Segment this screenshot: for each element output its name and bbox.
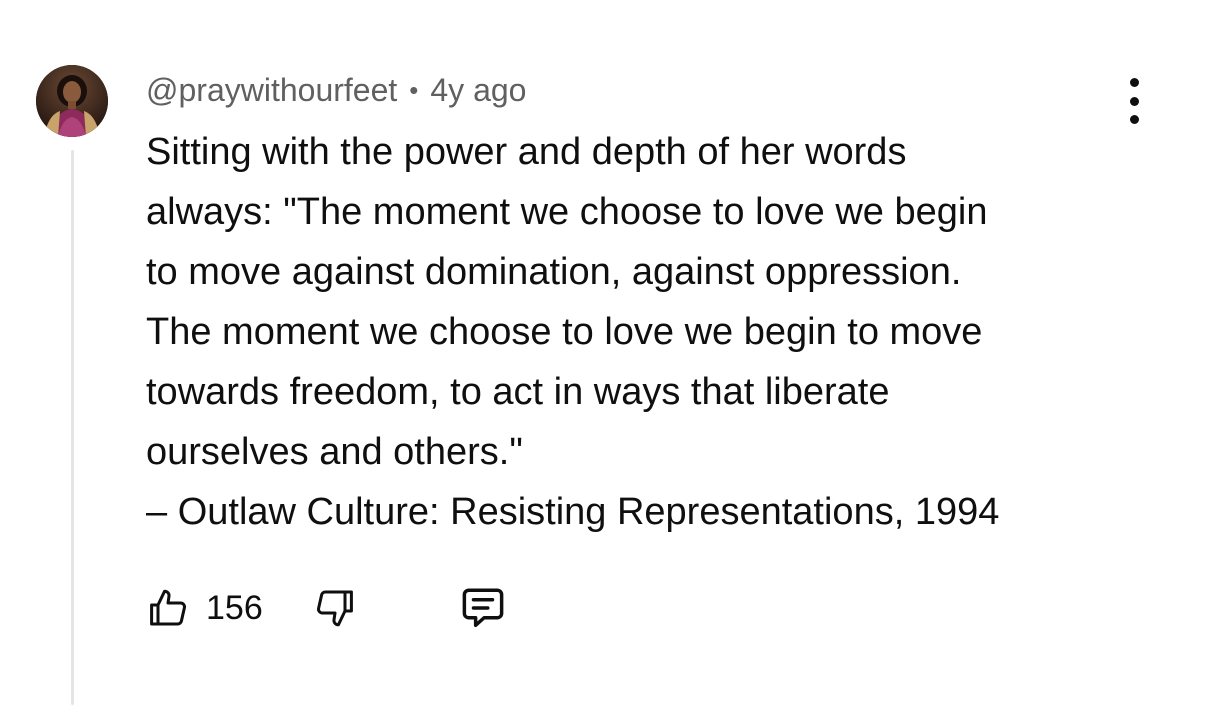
meta-separator: • [409, 75, 419, 105]
comment-text: Sitting with the power and depth of her … [146, 122, 1156, 542]
more-vertical-icon [1129, 78, 1139, 87]
comment-line: towards freedom, to act in ways that lib… [146, 371, 890, 413]
like-count: 156 [206, 588, 263, 627]
more-options-button[interactable] [1112, 78, 1156, 124]
comment-line: Sitting with the power and depth of her … [146, 131, 907, 173]
thumbs-up-icon [150, 589, 187, 626]
comment-line: The moment we choose to love we begin to… [146, 311, 983, 353]
thumbs-down-icon [316, 590, 353, 627]
more-dot [1129, 96, 1139, 106]
comment-card: @praywithourfeet • 4y ago Sitting with t… [0, 0, 1206, 705]
author-handle[interactable]: @praywithourfeet [146, 72, 397, 109]
thread-line [71, 150, 74, 705]
reply-button[interactable] [457, 582, 509, 634]
avatar-image [36, 65, 108, 137]
comment-line: to move against domination, against oppr… [146, 251, 962, 293]
comment-line: always: "The moment we choose to love we… [146, 191, 988, 233]
like-button[interactable] [144, 584, 192, 632]
timestamp[interactable]: 4y ago [430, 72, 526, 109]
avatar[interactable] [36, 65, 108, 137]
comment-header: @praywithourfeet • 4y ago [146, 68, 526, 112]
comment-line: – Outlaw Culture: Resisting Representati… [146, 491, 1000, 533]
dislike-button[interactable] [311, 584, 359, 632]
comment-actions: 156 [144, 582, 509, 634]
comment-reply-icon [462, 588, 504, 628]
comment-line: ourselves and others." [146, 431, 523, 473]
